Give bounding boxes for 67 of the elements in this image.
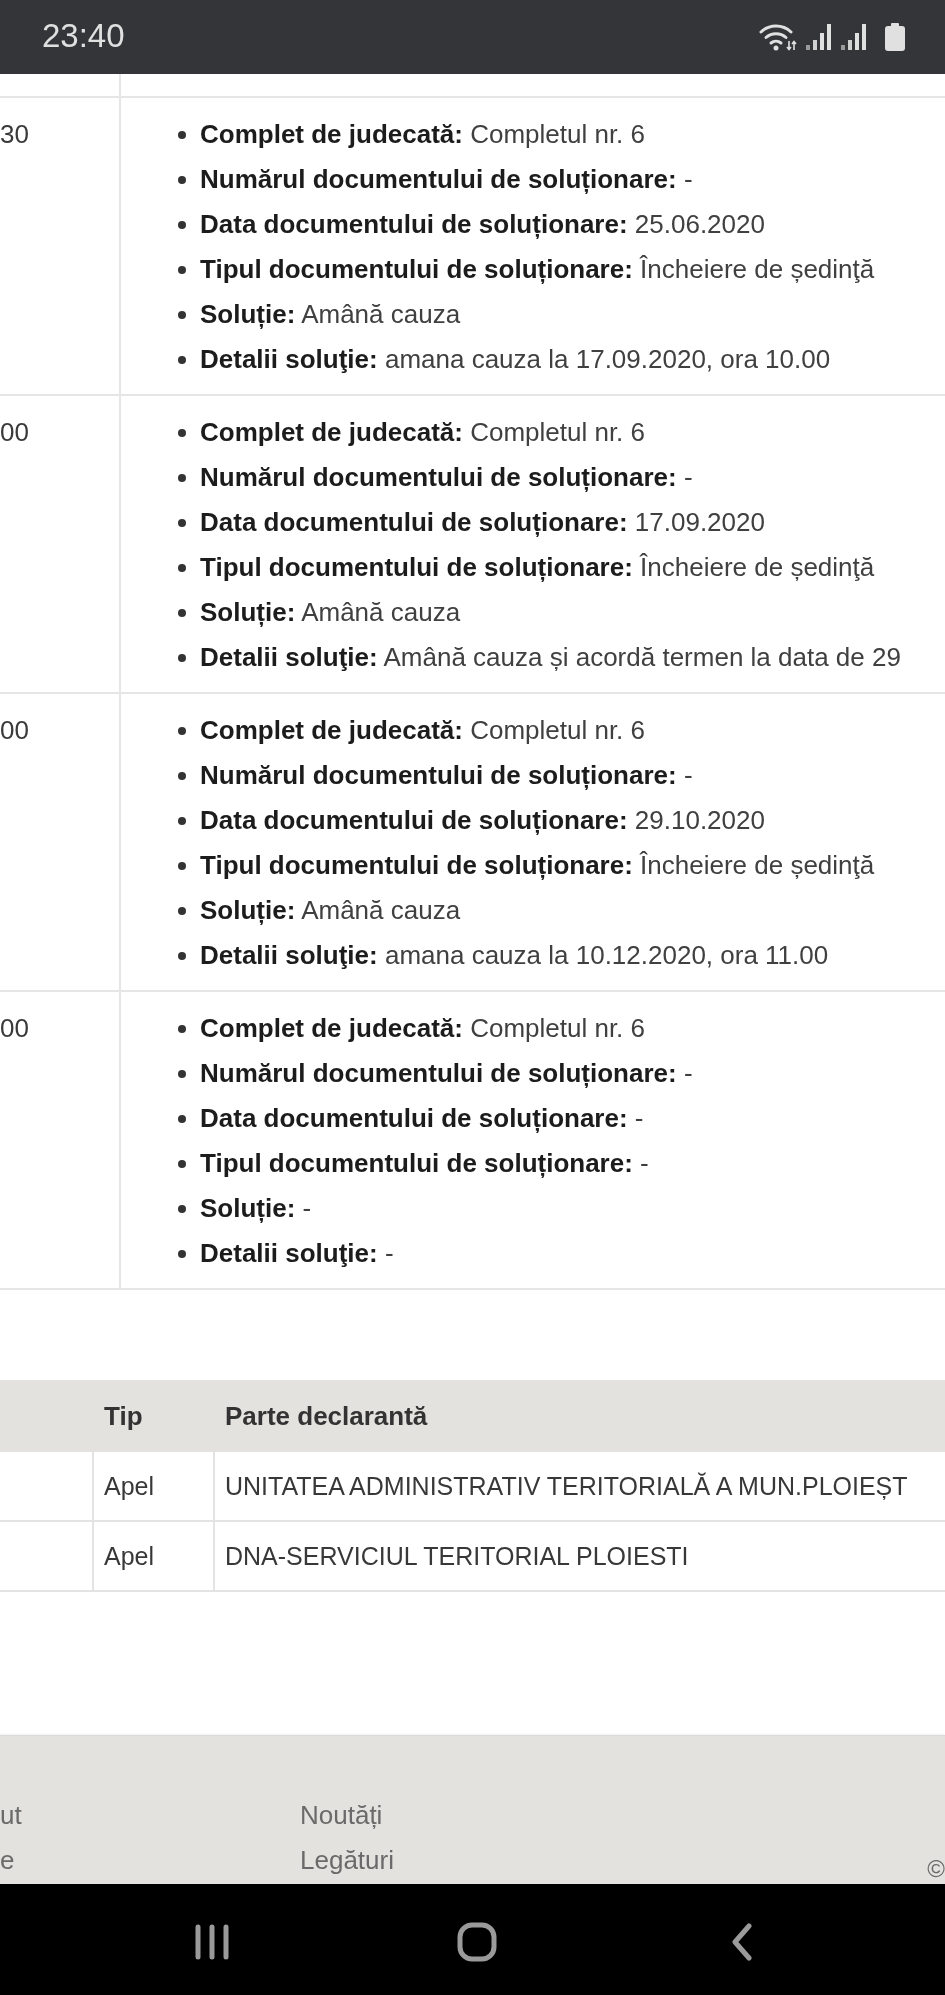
bullet-icon — [178, 1069, 186, 1078]
hearing-time: 00 — [0, 1012, 29, 1045]
footer-link[interactable]: Legături — [300, 1838, 394, 1883]
detail-item: Data documentului de soluționare: 29.10.2020 — [200, 804, 765, 837]
bullet-icon — [178, 310, 186, 319]
bullet-icon — [178, 1024, 186, 1033]
detail-item: Detalii soluţie: - — [200, 1237, 394, 1270]
footer-link[interactable]: Noutăți — [300, 1793, 383, 1838]
bullet-icon — [178, 220, 186, 229]
detail-item: Numărul documentului de soluționare: - — [200, 1057, 693, 1090]
back-icon[interactable] — [731, 1923, 753, 1961]
bullet-icon — [178, 473, 186, 482]
detail-item: Detalii soluţie: amana cauza la 10.12.2020, ora 11.00 — [200, 939, 829, 972]
copyright-text: © — [927, 1856, 945, 1882]
footer-link[interactable]: e — [0, 1838, 15, 1883]
bullet-icon — [178, 355, 186, 364]
bullet-icon — [178, 1249, 186, 1258]
detail-item: Data documentului de soluționare: 25.06.2020 — [200, 208, 765, 241]
detail-item: Tipul documentului de soluționare: Încheiere de ședinţă — [200, 253, 875, 286]
bullet-icon — [178, 1204, 186, 1213]
detail-item: Detalii soluţie: Amână cauza și acordă termen la data de 29 — [200, 641, 901, 674]
bullet-icon — [178, 861, 186, 870]
bullet-icon — [178, 771, 186, 780]
detail-item: Soluție: - — [200, 1192, 312, 1225]
detail-item: Complet de judecată: Completul nr. 6 — [200, 118, 646, 151]
detail-item: Tipul documentului de soluționare: Încheiere de ședinţă — [200, 849, 875, 882]
bullet-icon — [178, 1114, 186, 1123]
detail-item: Numărul documentului de soluționare: - — [200, 163, 693, 196]
detail-item: Detalii soluţie: amana cauza la 17.09.2020, ora 10.00 — [200, 343, 831, 376]
bullet-icon — [178, 906, 186, 915]
signal-icon — [806, 24, 832, 50]
detail-item: Numărul documentului de soluționare: - — [200, 759, 693, 792]
detail-item: Complet de judecată: Completul nr. 6 — [200, 416, 646, 449]
bullet-icon — [178, 265, 186, 274]
clock-time: 23:40 — [42, 16, 125, 56]
home-icon[interactable] — [457, 1922, 497, 1962]
bullet-icon — [178, 951, 186, 960]
hearing-time: 00 — [0, 714, 29, 747]
detail-item: Data documentului de soluționare: - — [200, 1102, 644, 1135]
detail-item: Tipul documentului de soluționare: Încheiere de ședinţă — [200, 551, 875, 584]
bullet-icon — [178, 175, 186, 184]
detail-item: Numărul documentului de soluționare: - — [200, 461, 693, 494]
column-header: Parte declarantă — [224, 1400, 429, 1433]
hearing-time: 00 — [0, 416, 29, 449]
detail-item: Tipul documentului de soluționare: - — [200, 1147, 649, 1180]
bullet-icon — [178, 518, 186, 527]
detail-item: Data documentului de soluționare: 17.09.2020 — [200, 506, 765, 539]
footer-link[interactable]: ut — [0, 1793, 22, 1838]
bullet-icon — [178, 1159, 186, 1168]
bullet-icon — [178, 130, 186, 139]
detail-item: Soluție: Amână cauza — [200, 596, 461, 629]
bullet-icon — [178, 428, 186, 437]
wifi-icon — [759, 23, 797, 51]
detail-item: Soluție: Amână cauza — [200, 298, 461, 331]
column-header: Tip — [103, 1400, 144, 1433]
detail-item: Soluție: Amână cauza — [200, 894, 461, 927]
bullet-icon — [178, 726, 186, 735]
recent-apps-icon[interactable] — [194, 1924, 230, 1960]
bullet-icon — [178, 653, 186, 662]
detail-item: Complet de judecată: Completul nr. 6 — [200, 1012, 646, 1045]
signal-icon — [841, 24, 867, 50]
bullet-icon — [178, 563, 186, 572]
battery-icon — [885, 23, 905, 51]
detail-item: Complet de judecată: Completul nr. 6 — [200, 714, 646, 747]
hearing-time: 30 — [0, 118, 29, 151]
bullet-icon — [178, 608, 186, 617]
bullet-icon — [178, 816, 186, 825]
